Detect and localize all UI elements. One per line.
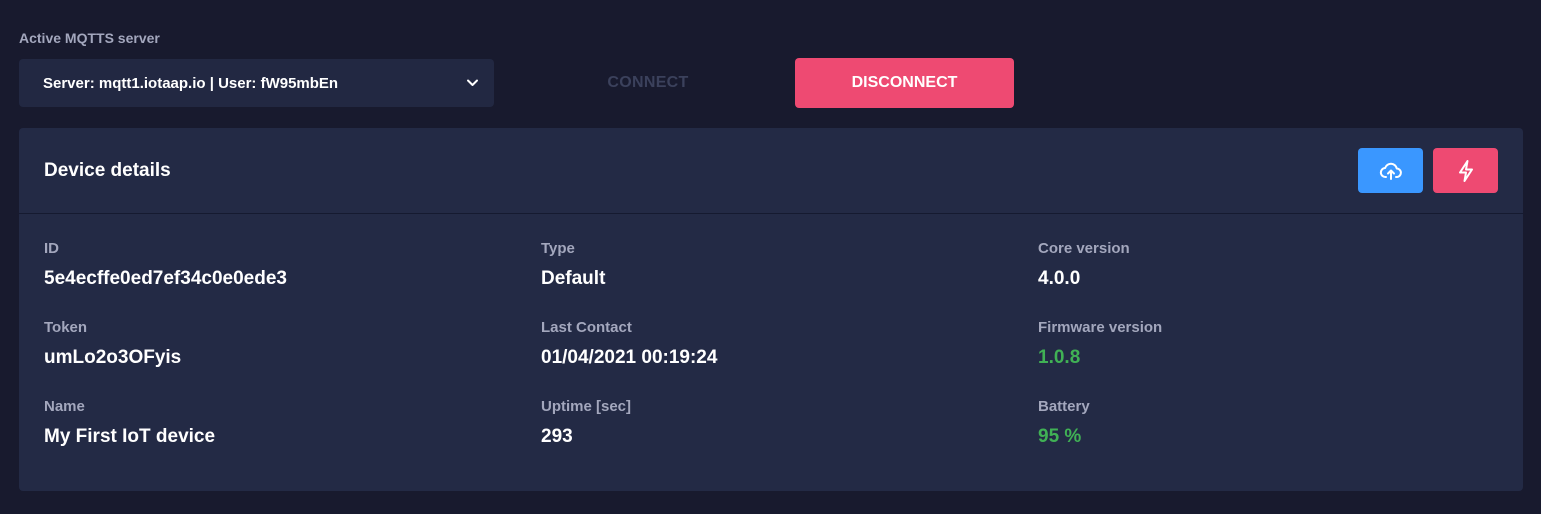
card-header: Device details xyxy=(19,128,1523,214)
server-select-value: Server: mqtt1.iotaap.io | User: fW95mbEn xyxy=(43,74,339,92)
field-core-version-label: Core version xyxy=(1038,240,1130,257)
field-last-contact: Last Contact 01/04/2021 00:19:24 xyxy=(541,319,717,369)
field-token-label: Token xyxy=(44,319,88,336)
connect-button[interactable]: CONNECT xyxy=(548,59,748,107)
cloud-upload-icon xyxy=(1379,162,1402,180)
field-id-value: 5e4ecffe0ed7ef34c0e0ede3 xyxy=(44,268,287,289)
chevron-down-icon xyxy=(467,79,478,86)
field-id-label: ID xyxy=(44,240,59,257)
field-battery-value: 95 % xyxy=(1038,426,1082,447)
field-last-contact-value: 01/04/2021 00:19:24 xyxy=(541,347,718,368)
field-name-value: My First IoT device xyxy=(44,426,216,447)
field-uptime-value: 293 xyxy=(541,426,573,447)
field-name-label: Name xyxy=(44,398,85,415)
field-type-label: Type xyxy=(541,240,575,257)
field-token: Token umLo2o3OFyis xyxy=(44,319,181,369)
field-uptime-label: Uptime [sec] xyxy=(541,398,632,415)
field-battery: Battery 95 % xyxy=(1038,398,1090,448)
field-core-version-value: 4.0.0 xyxy=(1038,268,1081,289)
field-core-version: Core version 4.0.0 xyxy=(1038,240,1130,290)
device-details-card: Device details ID 5e4ecffe0ed7ef34c0e0ed… xyxy=(19,128,1523,491)
field-uptime: Uptime [sec] 293 xyxy=(541,398,631,448)
server-select[interactable]: Server: mqtt1.iotaap.io | User: fW95mbEn xyxy=(19,59,494,107)
disconnect-button[interactable]: DISCONNECT xyxy=(795,58,1014,108)
card-title: Device details xyxy=(44,160,171,181)
flash-button[interactable] xyxy=(1433,148,1498,193)
field-firmware-version-value: 1.0.8 xyxy=(1038,347,1081,368)
field-last-contact-label: Last Contact xyxy=(541,319,632,336)
field-type: Type Default xyxy=(541,240,605,290)
field-battery-label: Battery xyxy=(1038,398,1090,415)
field-firmware-version: Firmware version 1.0.8 xyxy=(1038,319,1162,369)
lightning-icon xyxy=(1458,159,1473,182)
field-token-value: umLo2o3OFyis xyxy=(44,347,182,368)
upload-button[interactable] xyxy=(1358,148,1423,193)
field-name: Name My First IoT device xyxy=(44,398,215,448)
field-id: ID 5e4ecffe0ed7ef34c0e0ede3 xyxy=(44,240,287,290)
field-firmware-version-label: Firmware version xyxy=(1038,319,1163,336)
server-label: Active MQTTS server xyxy=(19,30,160,46)
field-type-value: Default xyxy=(541,268,606,289)
